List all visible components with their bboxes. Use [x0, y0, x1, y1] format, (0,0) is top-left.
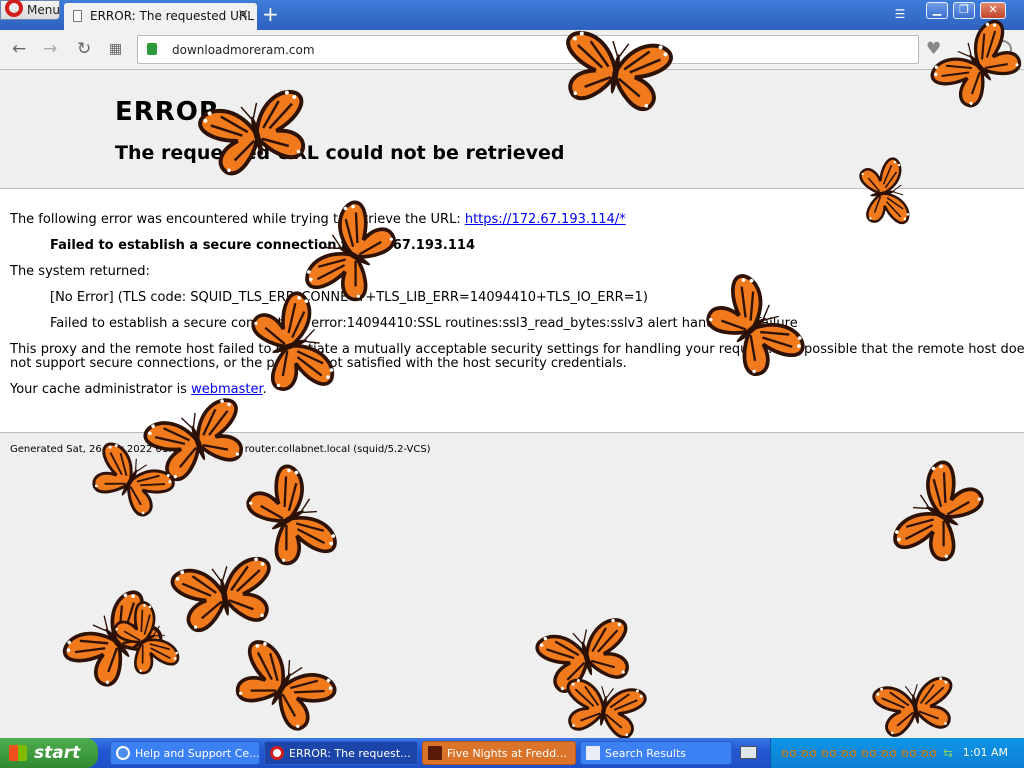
proxy-explanation-1: This proxy and the remote host failed to… [10, 342, 1024, 357]
navigation-toolbar: ← → ↻ ▦ downloadmoreram.com ♥ [0, 30, 1024, 70]
webmaster-link[interactable]: webmaster [191, 382, 263, 397]
admin-text: Your cache administrator is [10, 382, 192, 397]
windows-taskbar: start Help and Support Ce... ERROR: The … [0, 738, 1024, 768]
search-results-icon [586, 746, 600, 760]
butterfly-tray-icon[interactable]: ʚɞ [901, 746, 917, 760]
keyboard-icon[interactable] [740, 746, 757, 759]
network-icon[interactable]: ⇆ [943, 746, 953, 760]
new-tab-button[interactable]: + [262, 4, 279, 24]
page-title: ERROR [115, 97, 220, 127]
task-label: Five Nights at Fredd... [447, 747, 567, 760]
speed-dial-grid-icon[interactable]: ▦ [109, 41, 122, 57]
page-footer: Generated Sat, 26 Mar 2022 01:01:01 GMT … [0, 432, 1024, 738]
task-label: Help and Support Ce... [135, 747, 260, 760]
error-code: [No Error] (TLS code: SQUID_TLS_ERR_CONN… [50, 290, 648, 305]
admin-line: Your cache administrator is webmaster. [10, 382, 267, 397]
address-bar[interactable]: downloadmoreram.com [137, 35, 919, 64]
generated-line: Generated Sat, 26 Mar 2022 01:01:01 GMT … [10, 444, 431, 455]
forward-arrow-icon[interactable]: → [43, 39, 57, 59]
menu-label: Menu [27, 3, 60, 17]
heart-icon[interactable]: ♥ [926, 39, 941, 59]
opera-logo-icon [5, 0, 23, 17]
butterfly-tray-icon[interactable]: ʚɞ [841, 746, 857, 760]
task-label: ERROR: The request... [289, 747, 411, 760]
game-icon [428, 746, 442, 760]
clock: 1:01 AM [962, 746, 1008, 759]
start-label: start [34, 743, 81, 763]
butterfly-tray-icon[interactable]: ʚɞ [881, 746, 897, 760]
help-icon [116, 746, 130, 760]
taskbar-item-browser[interactable]: ERROR: The request... [264, 741, 418, 765]
error-title: Failed to establish a secure connection … [50, 238, 476, 253]
tab-strip: Menu ERROR: The requested URL ✕ + ☰ ▁ ❐ … [0, 0, 1024, 30]
opera-icon [270, 746, 284, 760]
page-icon [73, 10, 82, 22]
butterfly-tray-icon[interactable]: ʚɞ [821, 746, 837, 760]
butterfly-tray-icon[interactable]: ʚɞ [861, 746, 877, 760]
minimize-button[interactable]: ▁ [926, 2, 948, 19]
windows-flag-icon [9, 745, 27, 761]
start-button[interactable]: start [0, 738, 98, 768]
butterfly-tray-icon[interactable]: ʚɞ [921, 746, 937, 760]
page-subtitle: The requested URL could not be retrieved [115, 142, 565, 164]
maximize-button[interactable]: ❐ [953, 2, 975, 19]
error-detail: Failed to establish a secure connection:… [50, 316, 798, 331]
error-header: ERROR The requested URL could not be ret… [0, 70, 1024, 189]
tab-close-icon[interactable]: ✕ [237, 7, 249, 23]
proxy-explanation-2: not support secure connections, or the p… [10, 356, 627, 371]
taskbar-item-search[interactable]: Search Results [580, 741, 732, 765]
tab-menu-icon[interactable]: ☰ [892, 7, 908, 21]
account-icon[interactable] [993, 40, 1012, 59]
taskbar-item-help[interactable]: Help and Support Ce... [110, 741, 260, 765]
butterfly-tray-icon[interactable]: ʚɞ [801, 746, 817, 760]
lock-icon [147, 43, 157, 55]
close-window-button[interactable]: ✕ [980, 2, 1006, 19]
tab-active[interactable]: ERROR: The requested URL ✕ [64, 3, 257, 30]
admin-suffix: . [262, 382, 267, 397]
back-arrow-icon[interactable]: ← [12, 39, 26, 59]
opera-menu-button[interactable]: Menu [0, 0, 60, 20]
page-content: ERROR The requested URL could not be ret… [0, 70, 1024, 738]
butterfly-tray-icon[interactable]: ʚɞ [781, 746, 797, 760]
url-link[interactable]: https://172.67.193.114/* [465, 212, 626, 227]
task-label: Search Results [605, 747, 687, 760]
taskbar-item-game[interactable]: Five Nights at Fredd... [422, 741, 576, 765]
reload-icon[interactable]: ↻ [77, 39, 91, 59]
system-returned-label: The system returned: [10, 264, 150, 279]
intro-text: The following error was encountered whil… [10, 212, 465, 227]
intro-line: The following error was encountered whil… [10, 212, 626, 227]
tab-title: ERROR: The requested URL [90, 9, 254, 23]
system-tray: ʚɞ ʚɞ ʚɞ ʚɞ ʚɞ ʚɞ ʚɞ ʚɞ ⇆ 1:01 AM [770, 738, 1024, 768]
address-bar-url: downloadmoreram.com [172, 43, 315, 57]
